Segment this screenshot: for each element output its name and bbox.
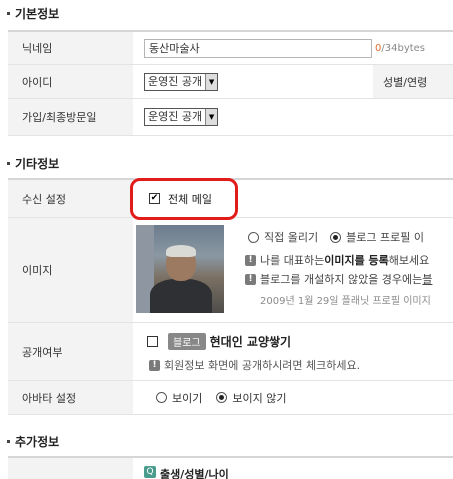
- warning-icon: !: [245, 273, 256, 285]
- row-extra: Q 출생/성별/나이: [8, 458, 453, 479]
- public-blog-option: 블로그 현대인 교양쌓기: [147, 333, 291, 350]
- extra-item-label: 출생/성별/나이: [160, 468, 229, 479]
- avatar-label: 아바타 설정: [8, 381, 133, 414]
- id-visibility-select[interactable]: 운영진 공개 ▼: [144, 72, 219, 91]
- image-source-options: 직접 올리기 블로그 프로필 이: [248, 229, 424, 245]
- public-note: ! 회원정보 화면에 공개하시려면 체크하세요.: [149, 357, 360, 373]
- blog-name: 현대인 교양쌓기: [209, 335, 292, 349]
- bullet-icon: [7, 11, 10, 15]
- section-title-other: 기타정보: [0, 152, 59, 174]
- image-date: 2009년 1월 29일 플래닛 프로필 이미지: [260, 296, 431, 307]
- id-label: 아이디: [8, 65, 133, 98]
- receive-label: 수신 설정: [8, 180, 133, 217]
- image-hint-2: ! 블로그를 개설하지 않았을 경우에는 블: [245, 271, 432, 287]
- public-label: 공개여부: [8, 323, 133, 380]
- byte-counter: 0/34bytes: [375, 42, 426, 54]
- gender-age-label: 성별/연령: [373, 65, 453, 98]
- row-id: 아이디 운영진 공개 ▼ 성별/연령: [8, 65, 453, 99]
- bullet-icon: [7, 161, 10, 165]
- blog-tag: 블로그: [168, 333, 206, 350]
- public-checkbox[interactable]: [147, 336, 158, 347]
- radio-avatar-hide[interactable]: [216, 392, 228, 403]
- row-join: 가입/최종방문일 운영진 공개 ▼: [8, 99, 453, 136]
- row-avatar: 아바타 설정 보이기 보이지 않기: [8, 381, 453, 415]
- chevron-down-icon: ▼: [205, 73, 218, 90]
- warning-icon: !: [245, 254, 256, 266]
- image-label: 이미지: [8, 218, 133, 322]
- chevron-down-icon: ▼: [205, 109, 218, 125]
- radio-blog-profile[interactable]: [330, 231, 342, 243]
- bullet-icon: [7, 439, 10, 443]
- join-label: 가입/최종방문일: [8, 99, 133, 135]
- highlight-circle: [130, 178, 238, 220]
- section-title-extra: 추가정보: [0, 430, 59, 452]
- warning-icon: !: [149, 359, 160, 371]
- info-icon: Q: [144, 466, 156, 478]
- radio-avatar-show[interactable]: [156, 392, 167, 403]
- radio-direct-upload[interactable]: [248, 231, 259, 243]
- join-visibility-select[interactable]: 운영진 공개 ▼: [144, 108, 219, 126]
- image-hint-1: ! 나를 대표하는 이미지를 등록 해보세요: [245, 252, 429, 268]
- nickname-input[interactable]: [144, 38, 372, 58]
- row-nickname: 닉네임 0/34bytes: [8, 32, 453, 65]
- nickname-label: 닉네임: [8, 32, 133, 64]
- profile-photo[interactable]: [136, 225, 224, 313]
- section-title-basic: 기본정보: [0, 2, 59, 24]
- extra-label: [8, 458, 133, 479]
- blog-create-link[interactable]: 블: [422, 271, 432, 287]
